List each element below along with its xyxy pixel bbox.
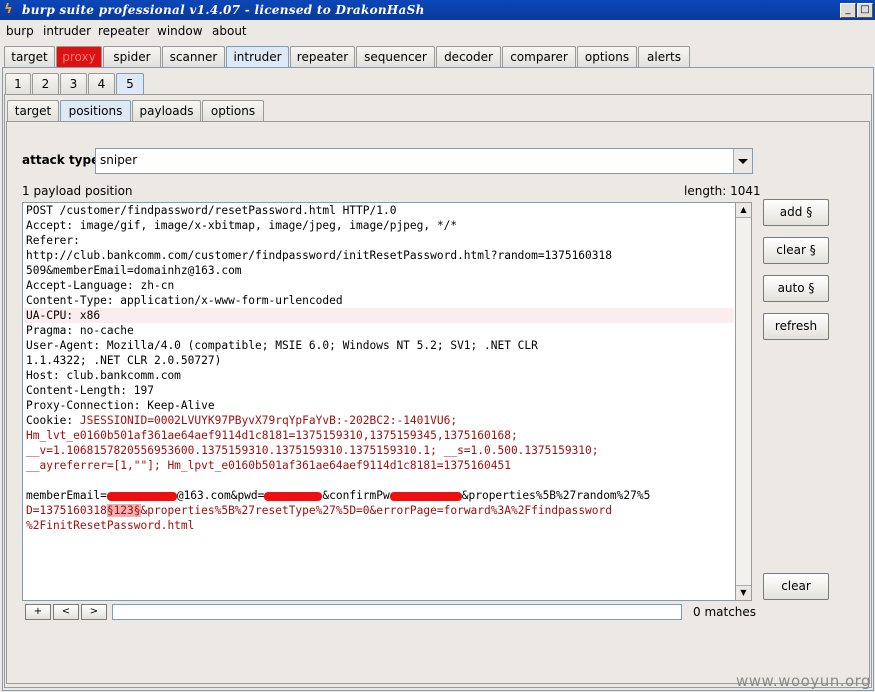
redaction-mark	[389, 491, 462, 501]
title-bar: ϟ burp suite professional v1.4.07 - lice…	[0, 0, 875, 20]
tab-attack-3[interactable]: 3	[60, 73, 87, 94]
search-input[interactable]	[112, 604, 682, 620]
request-length: length: 1041	[684, 184, 761, 198]
main-tab-bar: target proxy spider scanner intruder rep…	[0, 46, 875, 68]
request-line: Host: club.bankcomm.com	[26, 369, 181, 382]
request-line: UA-CPU: x86	[26, 309, 101, 322]
sub-tab-bar: target positions payloads options	[0, 100, 875, 122]
request-line: 1.1.4322; .NET CLR 2.0.50727)	[26, 354, 222, 367]
cookie-line: Cookie: JSESSIONID=0002LVUYK97PByvX79rqY…	[26, 413, 457, 428]
burp-logo-icon: ϟ	[4, 2, 13, 17]
request-line: Pragma: no-cache	[26, 324, 134, 337]
menu-burp[interactable]: burp	[6, 24, 34, 38]
payload-position-count: 1 payload position	[22, 184, 133, 198]
cookie-value: JSESSIONID=0002LVUYK97PByvX79rqYpFaYvB:-…	[79, 414, 458, 427]
request-line: Content-Type: application/x-www-form-url…	[26, 294, 343, 307]
request-line: Accept: image/gif, image/x-xbitmap, imag…	[26, 219, 458, 232]
cookie-line: __ayreferrer=[1,""]; Hm_lpvt_e0160b501af…	[26, 459, 511, 472]
body-line: D=1375160318§123§&properties%5B%27resetT…	[26, 503, 612, 518]
request-line: User-Agent: Mozilla/4.0 (compatible; MSI…	[26, 339, 538, 352]
request-line: Referer:	[26, 234, 80, 247]
editor-scrollbar[interactable]: ▲ ▼	[735, 202, 752, 601]
tab-sub-target[interactable]: target	[7, 100, 59, 121]
minimize-button[interactable]: _	[840, 3, 856, 18]
menu-intruder[interactable]: intruder	[43, 24, 91, 38]
tab-attack-5[interactable]: 5	[116, 73, 144, 95]
current-line-highlight	[24, 308, 734, 323]
payload-marker[interactable]: §123§	[106, 504, 141, 517]
add-marker-button[interactable]: add §	[763, 199, 829, 226]
tab-spider[interactable]: spider	[103, 46, 161, 67]
clear-marker-button[interactable]: clear §	[763, 237, 829, 264]
menu-about[interactable]: about	[212, 24, 247, 38]
attack-type-label: attack type	[22, 153, 100, 167]
tab-target[interactable]: target	[4, 46, 55, 67]
body-line: memberEmail= @163.com&pwd= &confirmPw &prop…	[26, 488, 650, 503]
attack-type-value: sniper	[100, 153, 138, 167]
request-line: POST /customer/findpassword/resetPasswor…	[26, 204, 397, 217]
request-line: Content-Length: 197	[26, 384, 154, 397]
menu-bar: burp intruder repeater window about	[0, 20, 875, 42]
tab-sub-options[interactable]: options	[202, 100, 264, 121]
tab-sub-payloads[interactable]: payloads	[132, 100, 201, 121]
attack-number-tabs: 1 2 3 4 5	[0, 73, 875, 95]
tab-attack-2[interactable]: 2	[32, 73, 59, 94]
maximize-button[interactable]: □	[857, 3, 873, 18]
body-text: @163.com&pwd=	[176, 489, 265, 502]
window-title: burp suite professional v1.4.07 - licens…	[22, 3, 425, 17]
cookie-line: Hm_lvt_e0160b501af361ae64aef9114d1c8181=…	[26, 429, 518, 442]
watermark: www.wooyun.org	[736, 672, 872, 690]
search-prev-button[interactable]: <	[53, 604, 79, 620]
scroll-up-icon[interactable]: ▲	[736, 203, 751, 218]
chevron-down-icon[interactable]	[733, 149, 752, 173]
tab-comparer[interactable]: comparer	[502, 46, 576, 67]
request-editor[interactable]: POST /customer/findpassword/resetPasswor…	[22, 202, 737, 601]
body-text: &properties%5B%27random%27%5	[461, 489, 651, 502]
request-line: Proxy-Connection: Keep-Alive	[26, 399, 215, 412]
tab-intruder[interactable]: intruder	[226, 46, 289, 68]
body-line: %2FinitResetPassword.html	[26, 519, 195, 532]
auto-marker-button[interactable]: auto §	[763, 275, 829, 302]
body-text: D=1375160318	[26, 504, 107, 517]
request-line: http://club.bankcomm.com/customer/findpa…	[26, 249, 612, 262]
request-line: 509&memberEmail=domainhz@163.com	[26, 264, 242, 277]
redaction-mark	[106, 491, 177, 501]
tab-attack-1[interactable]: 1	[5, 73, 31, 94]
body-text: memberEmail=	[26, 489, 107, 502]
attack-type-select[interactable]: sniper	[95, 148, 753, 174]
redaction-mark	[264, 491, 323, 501]
tab-proxy[interactable]: proxy	[56, 46, 102, 67]
tab-scanner[interactable]: scanner	[162, 46, 225, 67]
refresh-button[interactable]: refresh	[763, 313, 829, 340]
tab-alerts[interactable]: alerts	[638, 46, 690, 67]
cookie-label: Cookie:	[26, 414, 80, 427]
body-text: &confirmPw	[322, 489, 390, 502]
tab-repeater[interactable]: repeater	[290, 46, 355, 67]
search-next-button[interactable]: >	[81, 604, 107, 620]
clear-button[interactable]: clear	[763, 573, 829, 600]
tab-options[interactable]: options	[577, 46, 637, 67]
scroll-down-icon[interactable]: ▼	[736, 585, 751, 600]
tab-attack-4[interactable]: 4	[88, 73, 115, 94]
menu-window[interactable]: window	[157, 24, 203, 38]
menu-repeater[interactable]: repeater	[98, 24, 149, 38]
search-help-button[interactable]: +	[25, 604, 51, 620]
body-text: &properties%5B%27resetType%27%5D=0&error…	[140, 504, 612, 517]
search-match-count: 0 matches	[693, 605, 757, 619]
tab-sequencer[interactable]: sequencer	[356, 46, 435, 67]
tab-sub-positions[interactable]: positions	[60, 100, 131, 122]
request-line: Accept-Language: zh-cn	[26, 279, 175, 292]
tab-decoder[interactable]: decoder	[436, 46, 501, 67]
cookie-line: __v=1.1068157820556953600.1375159310.137…	[26, 444, 599, 457]
